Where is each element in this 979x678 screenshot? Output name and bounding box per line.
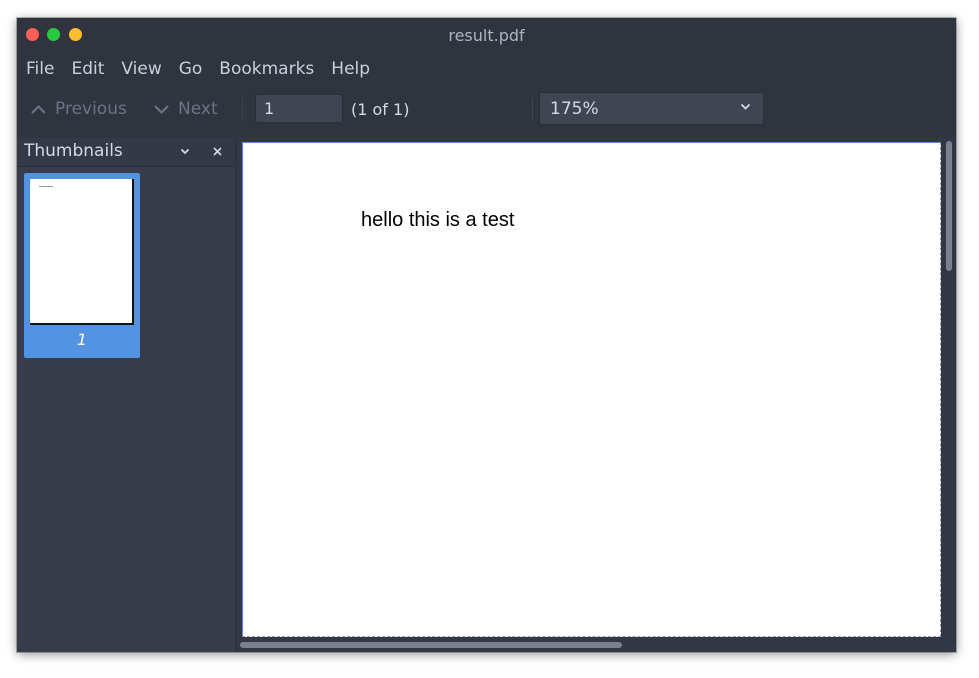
menu-bar: File Edit View Go Bookmarks Help bbox=[17, 56, 378, 82]
sidebar-title: Thumbnails bbox=[24, 141, 123, 161]
toolbar-separator bbox=[532, 98, 533, 120]
chevron-down-icon bbox=[740, 103, 751, 110]
page-number-input[interactable]: 1 bbox=[255, 94, 343, 123]
title-bar: result.pdf bbox=[17, 18, 956, 52]
menu-bookmarks[interactable]: Bookmarks bbox=[210, 56, 322, 82]
sidebar-header: Thumbnails bbox=[17, 137, 235, 167]
document-page: hello this is a test bbox=[242, 142, 941, 637]
menu-help[interactable]: Help bbox=[322, 56, 378, 82]
window-title: result.pdf bbox=[448, 26, 525, 45]
thumbnail-text-line bbox=[39, 186, 53, 187]
toolbar-separator bbox=[242, 98, 243, 120]
vertical-scrollbar-thumb[interactable] bbox=[946, 141, 952, 271]
chevron-up-icon bbox=[31, 104, 46, 114]
sidebar: Thumbnails 1 bbox=[17, 137, 236, 652]
horizontal-scrollbar[interactable] bbox=[240, 641, 940, 649]
zoom-value: 175% bbox=[550, 99, 599, 119]
document-view[interactable]: hello this is a test bbox=[236, 137, 956, 652]
chevron-down-icon bbox=[154, 104, 169, 114]
document-text: hello this is a test bbox=[361, 209, 515, 231]
thumbnail-item[interactable]: 1 bbox=[24, 173, 140, 358]
next-label: Next bbox=[178, 99, 218, 119]
thumbnail-label: 1 bbox=[76, 330, 88, 349]
vertical-scrollbar[interactable] bbox=[945, 141, 953, 641]
horizontal-scrollbar-thumb[interactable] bbox=[240, 642, 622, 648]
previous-label: Previous bbox=[55, 99, 127, 119]
menu-go[interactable]: Go bbox=[170, 56, 211, 82]
menu-view[interactable]: View bbox=[112, 56, 169, 82]
previous-button[interactable]: Previous bbox=[30, 92, 127, 126]
next-button[interactable]: Next bbox=[153, 92, 218, 126]
zoom-select[interactable]: 175% bbox=[539, 92, 764, 125]
app-window: result.pdf File Edit View Go Bookmarks H… bbox=[17, 18, 956, 652]
chevron-down-icon[interactable] bbox=[180, 148, 190, 155]
thumbnail-page bbox=[30, 179, 132, 323]
close-icon[interactable] bbox=[213, 147, 222, 156]
toolbar: Previous Next 1 (1 of 1) 175% bbox=[17, 92, 956, 128]
page-count: (1 of 1) bbox=[351, 100, 410, 119]
menu-edit[interactable]: Edit bbox=[62, 56, 112, 82]
menu-file[interactable]: File bbox=[17, 56, 62, 82]
